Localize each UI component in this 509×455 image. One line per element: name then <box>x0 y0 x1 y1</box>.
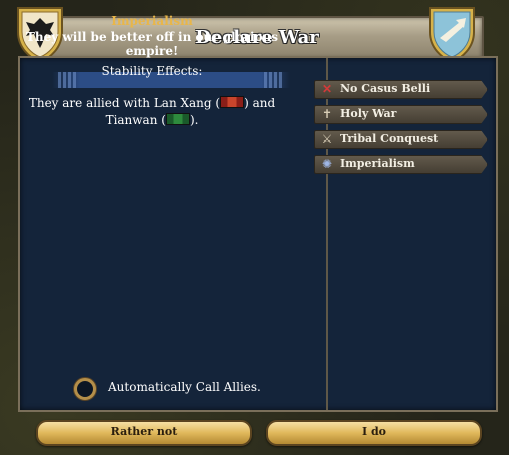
lan-xang-flag-icon <box>220 96 245 108</box>
tianwan-flag-icon <box>165 113 190 125</box>
cb-item-label: Imperialism <box>340 157 415 170</box>
auto-call-allies-label: Automatically Call Allies. <box>108 380 261 394</box>
selected-cb-title: Imperialism <box>111 14 193 28</box>
allied-prefix: They are allied with Lan Xang ( <box>28 96 221 110</box>
stability-effects-label: Stability Effects: <box>101 64 203 78</box>
allied-suffix: ). <box>189 113 199 127</box>
i-do-button[interactable]: I do <box>266 420 482 446</box>
cb-item-no-casus-belli[interactable]: ✕ No Casus Belli <box>314 80 488 99</box>
auto-call-allies-toggle[interactable] <box>74 378 96 400</box>
cb-item-holy-war[interactable]: ✝ Holy War <box>314 105 488 124</box>
cross-icon: ✝ <box>321 107 333 121</box>
cb-item-label: No Casus Belli <box>340 82 431 95</box>
selected-cb-description: They will be better off in our glorious … <box>25 30 279 58</box>
allies-text: They are allied with Lan Xang ( ) and Tia… <box>6 95 298 129</box>
cb-item-label: Tribal Conquest <box>340 132 439 145</box>
allied-mid: ) and <box>244 96 276 110</box>
allied-second-country: Tianwan ( <box>105 113 166 127</box>
crossed-swords-icon: ⚔ <box>321 132 333 146</box>
cb-item-imperialism[interactable]: ✺ Imperialism <box>314 155 488 174</box>
rather-not-button[interactable]: Rather not <box>36 420 252 446</box>
target-country-shield-icon <box>429 7 475 64</box>
cb-item-label: Holy War <box>340 107 397 120</box>
globe-icon: ✺ <box>321 157 333 171</box>
cb-item-tribal-conquest[interactable]: ⚔ Tribal Conquest <box>314 130 488 149</box>
x-icon: ✕ <box>321 82 333 96</box>
